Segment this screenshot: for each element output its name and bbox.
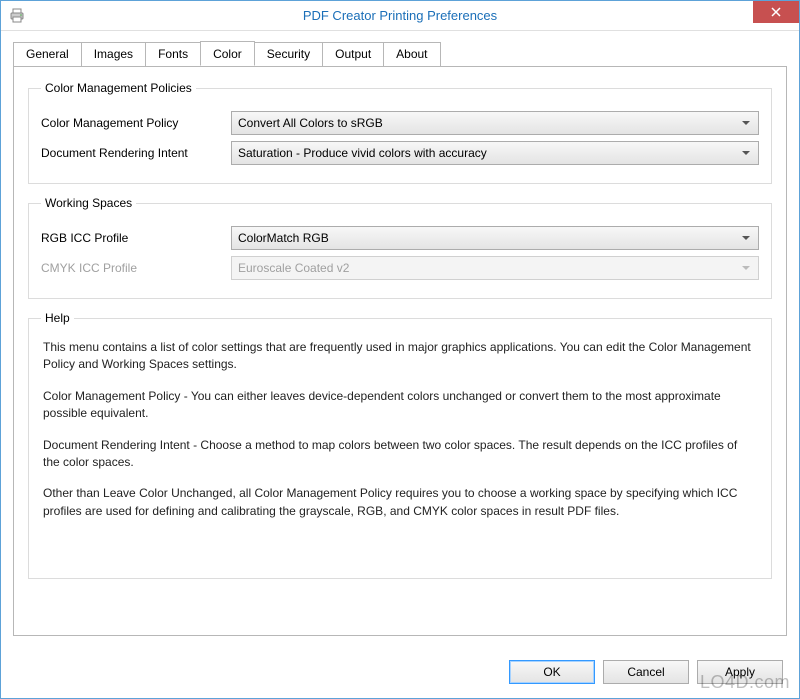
group-legend: Color Management Policies (41, 81, 196, 95)
label-rgb-icc-profile: RGB ICC Profile (41, 231, 231, 245)
group-legend: Working Spaces (41, 196, 136, 210)
group-legend: Help (41, 311, 74, 325)
client-area: General Images Fonts Color Security Outp… (1, 31, 799, 698)
apply-button[interactable]: Apply (697, 660, 783, 684)
tab-about[interactable]: About (383, 42, 440, 67)
group-working-spaces: Working Spaces RGB ICC Profile ColorMatc… (28, 196, 772, 299)
ok-button[interactable]: OK (509, 660, 595, 684)
help-paragraph: Document Rendering Intent - Choose a met… (43, 437, 757, 472)
tab-security[interactable]: Security (254, 42, 323, 67)
select-value: Euroscale Coated v2 (238, 261, 349, 275)
titlebar[interactable]: PDF Creator Printing Preferences (1, 1, 799, 31)
label-color-management-policy: Color Management Policy (41, 116, 231, 130)
help-paragraph: Other than Leave Color Unchanged, all Co… (43, 485, 757, 520)
tab-color[interactable]: Color (200, 41, 255, 66)
select-cmyk-icc-profile: Euroscale Coated v2 (231, 256, 759, 280)
dialog-window: PDF Creator Printing Preferences General… (0, 0, 800, 699)
help-paragraph: Color Management Policy - You can either… (43, 388, 757, 423)
group-help: Help This menu contains a list of color … (28, 311, 772, 579)
select-rgb-icc-profile[interactable]: ColorMatch RGB (231, 226, 759, 250)
row-color-management-policy: Color Management Policy Convert All Colo… (41, 111, 759, 135)
tab-fonts[interactable]: Fonts (145, 42, 201, 67)
label-cmyk-icc-profile: CMYK ICC Profile (41, 261, 231, 275)
window-title: PDF Creator Printing Preferences (1, 8, 799, 23)
select-value: Convert All Colors to sRGB (238, 116, 383, 130)
dialog-buttons: OK Cancel Apply (509, 660, 783, 684)
label-document-rendering-intent: Document Rendering Intent (41, 146, 231, 160)
tab-output[interactable]: Output (322, 42, 384, 67)
printer-icon (9, 8, 25, 24)
select-color-management-policy[interactable]: Convert All Colors to sRGB (231, 111, 759, 135)
close-button[interactable] (753, 1, 799, 23)
row-rgb-icc-profile: RGB ICC Profile ColorMatch RGB (41, 226, 759, 250)
help-text: This menu contains a list of color setti… (41, 335, 759, 538)
chevron-down-icon (742, 151, 750, 155)
tab-strip: General Images Fonts Color Security Outp… (13, 41, 787, 66)
chevron-down-icon (742, 236, 750, 240)
chevron-down-icon (742, 121, 750, 125)
row-cmyk-icc-profile: CMYK ICC Profile Euroscale Coated v2 (41, 256, 759, 280)
tab-panel-color: Color Management Policies Color Manageme… (13, 66, 787, 636)
select-value: ColorMatch RGB (238, 231, 329, 245)
help-paragraph: This menu contains a list of color setti… (43, 339, 757, 374)
select-document-rendering-intent[interactable]: Saturation - Produce vivid colors with a… (231, 141, 759, 165)
group-color-management-policies: Color Management Policies Color Manageme… (28, 81, 772, 184)
close-icon (771, 7, 781, 17)
tab-images[interactable]: Images (81, 42, 146, 67)
row-document-rendering-intent: Document Rendering Intent Saturation - P… (41, 141, 759, 165)
cancel-button[interactable]: Cancel (603, 660, 689, 684)
chevron-down-icon (742, 266, 750, 270)
select-value: Saturation - Produce vivid colors with a… (238, 146, 487, 160)
tab-general[interactable]: General (13, 42, 82, 67)
